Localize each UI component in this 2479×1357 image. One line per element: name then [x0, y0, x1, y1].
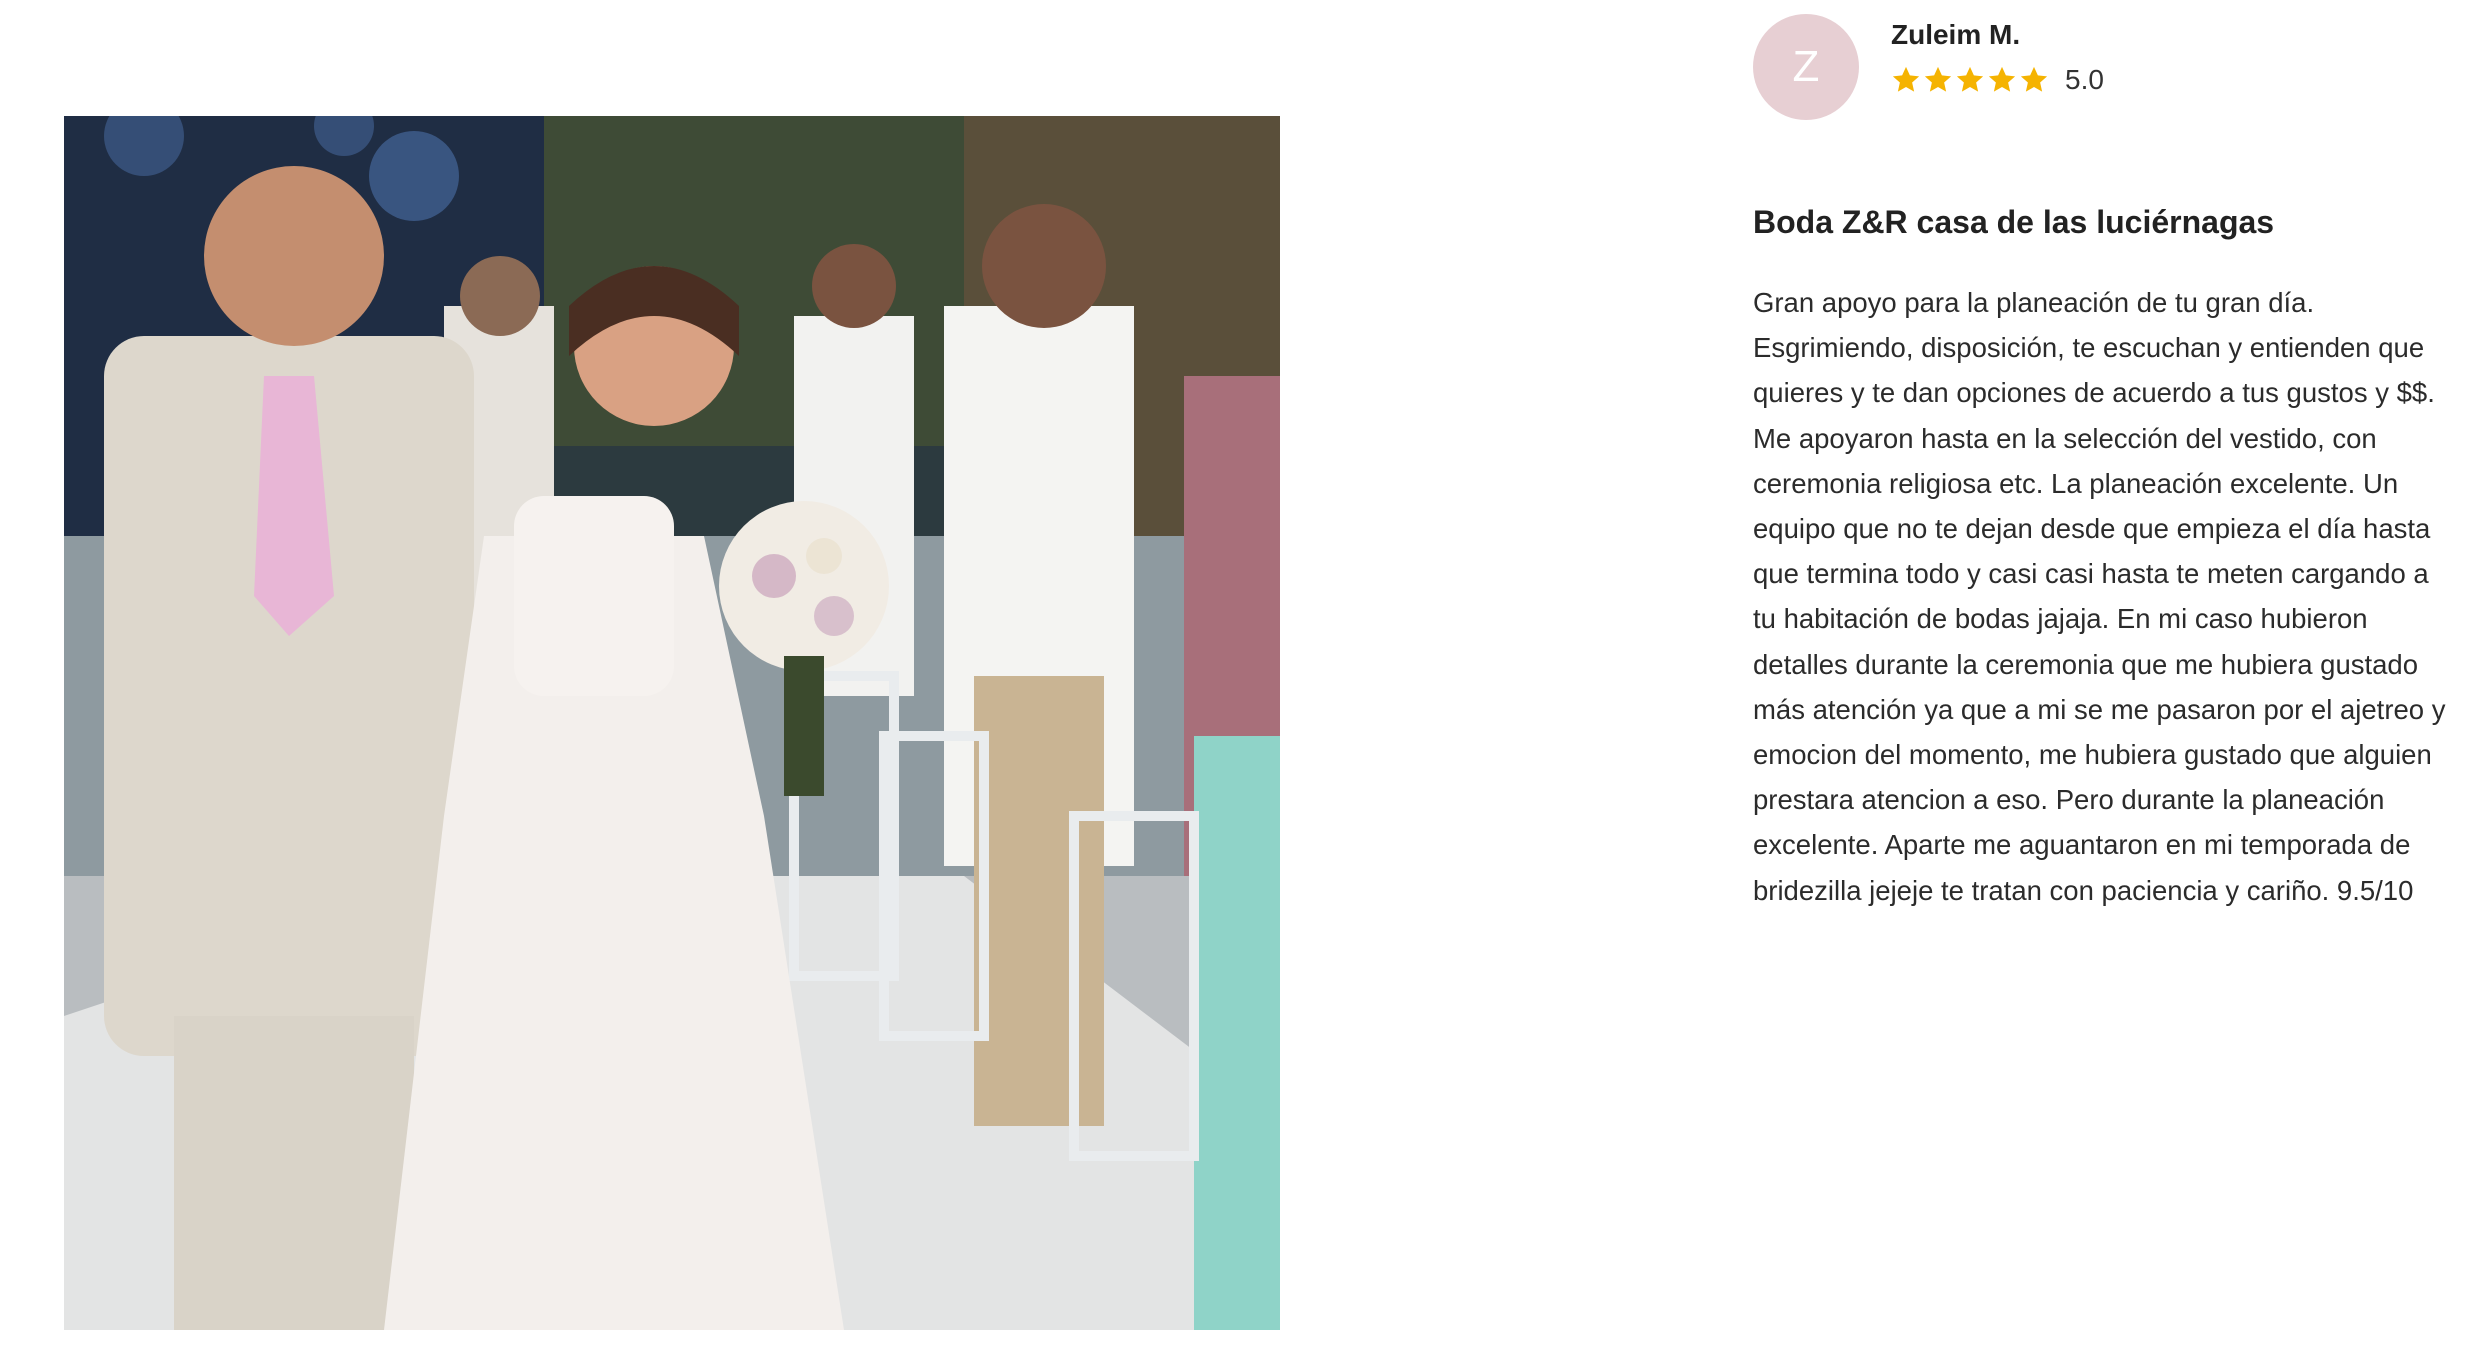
wedding-photo-illustration [64, 116, 1280, 1330]
avatar: Z [1753, 14, 1859, 120]
star-icon [2020, 66, 2048, 92]
star-icon [1892, 66, 1920, 92]
star-icon [1988, 66, 2016, 92]
review-title: Boda Z&R casa de las luciérnagas [1753, 204, 2275, 240]
review-card: Z Zuleim M. 5.0 Boda Z&R casa de las luc… [1753, 14, 2453, 913]
author-row: Z Zuleim M. 5.0 [1753, 14, 2453, 120]
review-page: Z Zuleim M. 5.0 Boda Z&R casa de las luc… [0, 0, 2479, 1357]
star-icon [1924, 66, 1952, 92]
rating-row: 5.0 [1891, 64, 2104, 96]
author-meta: Zuleim M. 5.0 [1891, 14, 2104, 96]
rating-value: 5.0 [2065, 64, 2104, 95]
star-icon [1956, 66, 1984, 92]
star-rating [1891, 65, 2049, 95]
review-photo[interactable] [64, 116, 1280, 1330]
author-name: Zuleim M. [1891, 19, 2021, 50]
review-body: Gran apoyo para la planeación de tu gran… [1753, 287, 2446, 906]
